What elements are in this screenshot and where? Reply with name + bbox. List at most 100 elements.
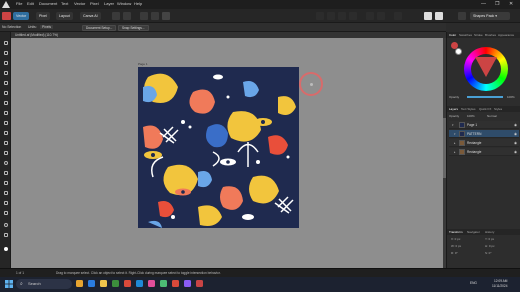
- tab-styles[interactable]: Styles: [494, 107, 502, 111]
- menu-text[interactable]: Text: [61, 1, 68, 6]
- frame-text-tool-icon[interactable]: [2, 190, 9, 196]
- layout-persona-button[interactable]: Layout: [56, 12, 73, 20]
- corner-tool-icon[interactable]: [2, 60, 9, 66]
- layer-row-rectangle[interactable]: ▸ Rectangle ◉: [449, 139, 519, 147]
- flip-vertical-icon[interactable]: [377, 12, 385, 20]
- color-chips-icon[interactable]: [2, 246, 9, 252]
- taskbar-app-icon[interactable]: [76, 280, 83, 287]
- tab-layers[interactable]: Layers: [449, 107, 458, 111]
- canva-ai-button[interactable]: Canva AI: [80, 12, 101, 20]
- artboard-pattern[interactable]: [138, 67, 299, 228]
- language-indicator[interactable]: ENG: [470, 281, 477, 285]
- move-tool-icon[interactable]: [2, 40, 9, 46]
- visibility-eye-icon[interactable]: ◉: [514, 123, 517, 127]
- rectangle-tool-icon[interactable]: [2, 150, 9, 156]
- workspace-icon[interactable]: [458, 12, 466, 20]
- layer-row-pattern[interactable]: ▾ PATTERN ◉: [449, 130, 519, 138]
- taskbar-app-icon[interactable]: [184, 280, 191, 287]
- boolean-subtract-icon[interactable]: [327, 12, 335, 20]
- menu-document[interactable]: Document: [39, 1, 57, 6]
- document-setup-button[interactable]: Document Setup...: [82, 24, 117, 31]
- visibility-eye-icon[interactable]: ◉: [514, 132, 517, 136]
- persona-designer-icon[interactable]: [2, 12, 11, 20]
- vector-persona-button[interactable]: Vector: [13, 12, 30, 20]
- stroke-color-icon[interactable]: [455, 48, 462, 55]
- menu-help[interactable]: Help: [134, 1, 142, 6]
- tab-transform[interactable]: Transform: [449, 230, 463, 234]
- node-tool-icon[interactable]: [2, 50, 9, 56]
- rotate-icon[interactable]: [394, 12, 402, 20]
- tab-swatches[interactable]: Swatches: [459, 33, 472, 37]
- tab-history[interactable]: History: [485, 230, 494, 234]
- boolean-add-icon[interactable]: [316, 12, 324, 20]
- ellipse-tool-icon[interactable]: [2, 160, 9, 166]
- align-icon[interactable]: [151, 12, 159, 20]
- tab-quick-fx[interactable]: Quick FX: [479, 107, 491, 111]
- tab-navigator[interactable]: Navigator: [467, 230, 480, 234]
- gradient-tool-icon[interactable]: [2, 110, 9, 116]
- taskbar-app-icon[interactable]: [148, 280, 155, 287]
- visibility-eye-icon[interactable]: ◉: [514, 150, 517, 154]
- taskbar-app-icon[interactable]: [124, 280, 131, 287]
- table-tool-icon[interactable]: [2, 200, 9, 206]
- affinity-designer-taskbar-icon[interactable]: [196, 280, 203, 287]
- crop-tool-icon[interactable]: [2, 130, 9, 136]
- brush-tool-icon[interactable]: [2, 90, 9, 96]
- taskbar-app-icon[interactable]: [136, 280, 143, 287]
- taskbar-app-icon[interactable]: [88, 280, 95, 287]
- menu-layer[interactable]: Layer: [104, 1, 114, 6]
- fill-swatch-icon[interactable]: [424, 12, 432, 20]
- pixel-persona-button[interactable]: Pixel: [36, 12, 50, 20]
- transform-x[interactable]: X: 0 px: [451, 237, 460, 241]
- menu-file[interactable]: File: [16, 1, 22, 6]
- shape-tool-icon[interactable]: [2, 170, 9, 176]
- opacity-value[interactable]: 100%: [507, 95, 515, 99]
- pencil-tool-icon[interactable]: [2, 80, 9, 86]
- blend-mode-dropdown[interactable]: Normal: [487, 114, 497, 118]
- view-mode-icon[interactable]: [123, 12, 131, 20]
- transform-w[interactable]: W: 0 px: [451, 244, 461, 248]
- clock-date[interactable]: 11/11/2024: [492, 284, 507, 288]
- snap-settings-button[interactable]: Snap Settings...: [118, 24, 149, 31]
- text-tool-icon[interactable]: [2, 180, 9, 186]
- tab-color[interactable]: Color: [449, 33, 456, 37]
- workspace-dropdown[interactable]: Shapes Pack ▾: [470, 12, 510, 20]
- menu-window[interactable]: Window: [117, 1, 131, 6]
- maximize-icon[interactable]: ❐: [495, 1, 499, 7]
- chevron-down-icon[interactable]: ▾: [454, 132, 456, 136]
- tab-text-styles[interactable]: Text Styles: [461, 107, 476, 111]
- transform-r[interactable]: R: 0°: [451, 251, 458, 255]
- menu-pixel[interactable]: Pixel: [90, 1, 99, 6]
- settings-gear-icon[interactable]: [162, 12, 170, 20]
- layer-opacity-value[interactable]: 100%: [467, 114, 475, 118]
- layer-row-rectangle[interactable]: ▸ Rectangle ◉: [449, 148, 519, 156]
- transparency-tool-icon[interactable]: [2, 120, 9, 126]
- place-tool-icon[interactable]: [2, 140, 9, 146]
- close-icon[interactable]: ✕: [509, 1, 513, 7]
- boolean-xor-icon[interactable]: [349, 12, 357, 20]
- tab-brushes[interactable]: Brushes: [485, 33, 496, 37]
- transform-s[interactable]: S: 0°: [485, 251, 492, 255]
- chevron-right-icon[interactable]: ▸: [454, 141, 456, 145]
- transform-h[interactable]: H: 0 px: [485, 244, 495, 248]
- flip-horizontal-icon[interactable]: [366, 12, 374, 20]
- clock-time[interactable]: 12:09 AM: [494, 279, 507, 283]
- fill-tool-icon[interactable]: [2, 100, 9, 106]
- menu-vector[interactable]: Vector: [74, 1, 85, 6]
- taskbar-search[interactable]: ⌕ Search: [16, 279, 72, 289]
- snapping-icon[interactable]: [112, 12, 120, 20]
- chevron-down-icon[interactable]: ▾: [452, 123, 454, 127]
- color-wheel[interactable]: [464, 47, 508, 91]
- tab-stroke[interactable]: Stroke: [474, 33, 483, 37]
- taskbar-app-icon[interactable]: [160, 280, 167, 287]
- arrange-icon[interactable]: [140, 12, 148, 20]
- taskbar-app-icon[interactable]: [112, 280, 119, 287]
- tab-appearance[interactable]: Appearance: [498, 33, 514, 37]
- units-dropdown[interactable]: Pixels: [40, 25, 54, 29]
- boolean-intersect-icon[interactable]: [338, 12, 346, 20]
- stroke-swatch-icon[interactable]: [435, 12, 443, 20]
- visibility-eye-icon[interactable]: ◉: [514, 141, 517, 145]
- taskbar-app-icon[interactable]: [172, 280, 179, 287]
- file-explorer-icon[interactable]: [100, 280, 107, 287]
- windows-start-icon[interactable]: [5, 280, 13, 288]
